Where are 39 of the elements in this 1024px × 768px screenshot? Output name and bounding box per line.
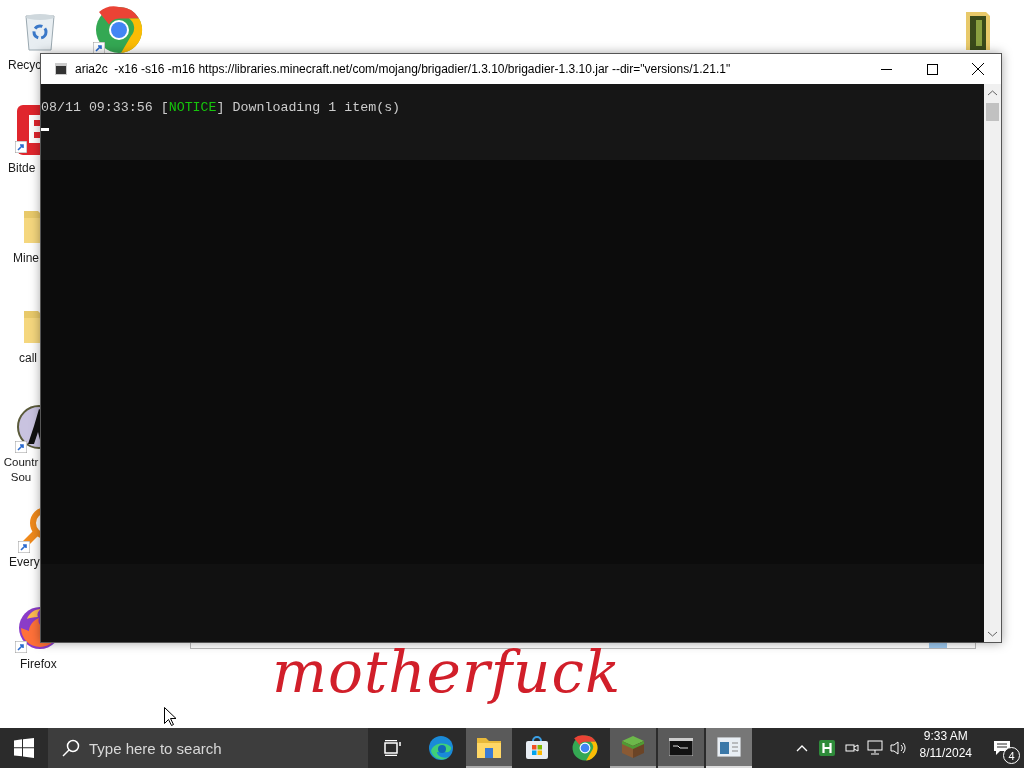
search-icon (62, 739, 80, 757)
scrollbar[interactable] (984, 84, 1001, 642)
desktop-icon-label[interactable]: Countr Sou (3, 455, 39, 485)
grass-block-icon (621, 735, 645, 759)
app-logo-icon (17, 105, 40, 155)
close-icon (972, 63, 984, 75)
window-title: aria2c -x16 -s16 -m16 https://libraries.minecraft.net/com/mojang/brigadier/1.3.10/brigadier-1.3.10.jar --dir="versions/1.21.1" (75, 62, 732, 76)
shortcut-arrow-icon (15, 141, 27, 153)
maximize-icon (926, 63, 938, 75)
chrome-icon (572, 735, 598, 761)
chevron-up-icon (988, 89, 997, 96)
console-icon (55, 63, 67, 75)
log-line: 08/11 09:33:56 [NOTICE] Downloading 1 item(s) (41, 99, 402, 116)
notifications-button[interactable]: 4 (980, 728, 1024, 768)
taskbar-button[interactable] (658, 728, 704, 768)
desktop-icon-label[interactable]: call (19, 351, 37, 366)
task-view-icon (384, 740, 402, 756)
overlay-caption: motherfuck (272, 638, 622, 706)
desktop-icon-label[interactable]: Firefox (20, 657, 57, 672)
shortcut-arrow-icon (18, 541, 30, 553)
terminal-icon (669, 738, 693, 756)
desktop-icon-label[interactable]: Recyc (8, 58, 42, 73)
shopping-bag-icon (525, 736, 549, 760)
folder-icon (477, 736, 501, 758)
desktop-icon-label[interactable]: Every (9, 555, 40, 570)
shortcut-arrow-icon (15, 441, 27, 453)
notification-count: 4 (1003, 747, 1020, 764)
desktop-icon-label[interactable]: Bitde (8, 161, 36, 176)
chevron-down-icon (988, 630, 997, 637)
scrollbar-thumb[interactable] (986, 103, 999, 121)
clock[interactable]: 9:33 AM 8/11/2024 (911, 728, 980, 768)
edge-icon (428, 735, 454, 761)
text-cursor (41, 128, 49, 131)
shortcut-arrow-icon (15, 641, 27, 653)
search-field[interactable]: Type here to search (48, 728, 368, 768)
desktop-icon-label[interactable]: Mine (13, 251, 39, 266)
windows-logo-icon (14, 738, 34, 758)
window-icon (717, 737, 741, 757)
chevron-up-icon (795, 744, 808, 752)
